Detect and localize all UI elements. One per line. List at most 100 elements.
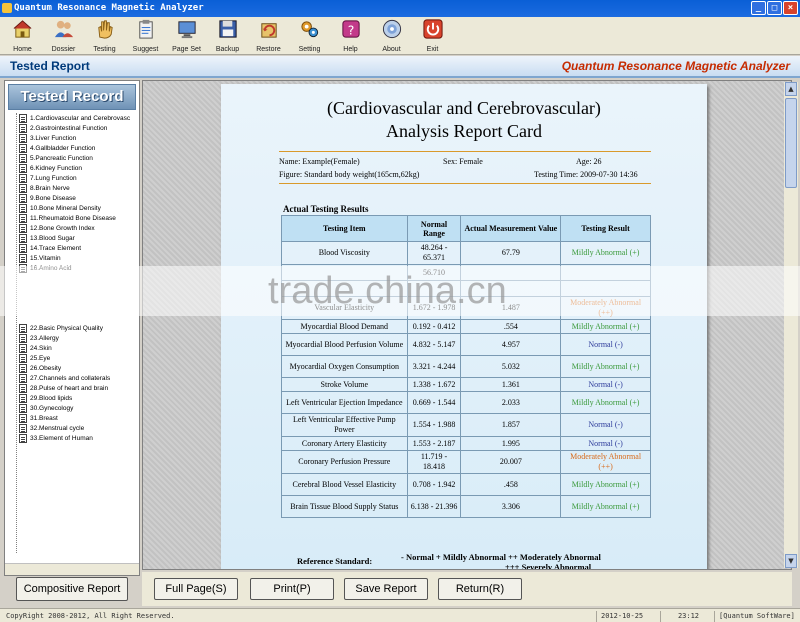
tree-item-label: 6.Kidney Function	[30, 164, 83, 172]
scroll-up-icon[interactable]: ▲	[785, 82, 797, 96]
tree-item[interactable]: 26.Obesity	[19, 363, 61, 373]
tree-item-label: 25.Eye	[30, 354, 51, 362]
tree-item[interactable]: 28.Pulse of heart and brain	[19, 383, 108, 393]
window-title: Quantum Resonance Magnetic Analyzer	[14, 3, 204, 13]
toolbar-exit-button[interactable]: Exit	[412, 17, 453, 55]
vertical-scrollbar[interactable]: ▲ ▼	[784, 82, 798, 568]
toolbar-page-set-button[interactable]: Page Set	[166, 17, 207, 55]
document-icon	[19, 253, 27, 263]
tree-item[interactable]: 4.Gallbladder Function	[19, 143, 95, 153]
tree-item[interactable]: 30.Gynecology	[19, 403, 73, 413]
testing-result: Normal (-)	[560, 377, 651, 392]
print-button[interactable]: Print(P)	[250, 578, 334, 600]
document-icon	[19, 213, 27, 223]
tree-item[interactable]: 33.Element of Human	[19, 433, 93, 443]
tree-item-label: 26.Obesity	[30, 364, 62, 372]
divider	[279, 183, 651, 184]
tree-item[interactable]: 27.Channels and collaterals	[19, 373, 110, 383]
divider	[279, 151, 651, 152]
tree-item[interactable]: 13.Blood Sugar	[19, 233, 75, 243]
toolbar-help-button[interactable]: ? Help	[330, 17, 371, 55]
tree-item[interactable]: 22.Basic Physical Quality	[19, 323, 103, 333]
testing-result: Mildly Abnormal (+)	[560, 391, 651, 414]
tree-item-label: 3.Liver Function	[30, 134, 77, 142]
tree-item[interactable]: 24.Skin	[19, 343, 52, 353]
normal-range: 0.192 - 0.412	[406, 319, 462, 334]
power-icon	[422, 18, 444, 46]
testing-result: Normal (-)	[560, 333, 651, 356]
status-bar: CopyRight 2008-2012, All Right Reserved.…	[0, 608, 800, 622]
normal-range: 0.669 - 1.544	[406, 391, 462, 414]
toolbar-label: Home	[13, 46, 32, 53]
return-button[interactable]: Return(R)	[438, 578, 522, 600]
toolbar-backup-button[interactable]: Backup	[207, 17, 248, 55]
horizontal-scrollbar[interactable]	[5, 563, 139, 575]
tree-item[interactable]: 31.Breast	[19, 413, 58, 423]
toolbar-suggest-button[interactable]: Suggest	[125, 17, 166, 55]
tree-item[interactable]: 25.Eye	[19, 353, 50, 363]
tree-item[interactable]: 14.Trace Element	[19, 243, 81, 253]
tree-item[interactable]: 8.Brain Nerve	[19, 183, 70, 193]
tree-item[interactable]: 23.Allergy	[19, 333, 59, 343]
tree-item-label: 27.Channels and collaterals	[30, 374, 111, 382]
document-icon	[19, 183, 27, 193]
tree-item[interactable]: 15.Vitamin	[19, 253, 61, 263]
toolbar-dossier-button[interactable]: Dossier	[43, 17, 84, 55]
toolbar-label: Restore	[256, 46, 281, 53]
gears-icon	[299, 18, 321, 46]
tree-item[interactable]: 1.Cardiovascular and Cerebrovasc	[19, 113, 130, 123]
full-page-button[interactable]: Full Page(S)	[154, 578, 238, 600]
tree-item[interactable]: 3.Liver Function	[19, 133, 76, 143]
patient-figure: Figure: Standard body weight(165cm,62kg)	[279, 170, 420, 179]
toolbar-label: Page Set	[172, 46, 201, 53]
tree-item[interactable]: 29.Blood lipids	[19, 393, 72, 403]
toolbar-about-button[interactable]: About	[371, 17, 412, 55]
measurement-value: .554	[460, 319, 562, 334]
tree-item[interactable]: 2.Gastrointestinal Function	[19, 123, 107, 133]
watermark-text: trade.china.cn	[268, 270, 507, 312]
measurement-value: 1.857	[460, 413, 562, 437]
tree-item[interactable]: 9.Bone Disease	[19, 193, 76, 203]
status-time: 23:12	[660, 611, 712, 622]
testing-item: Brain Tissue Blood Supply Status	[281, 495, 408, 518]
report-title-line2: Analysis Report Card	[386, 121, 542, 141]
tree-item-label: 14.Trace Element	[30, 244, 82, 252]
tree-item[interactable]: 6.Kidney Function	[19, 163, 82, 173]
record-tree[interactable]: 1.Cardiovascular and Cerebrovasc 2.Gastro…	[13, 113, 139, 559]
tree-item[interactable]: 7.Lung Function	[19, 173, 77, 183]
document-icon	[19, 363, 27, 373]
toolbar-label: Exit	[426, 46, 439, 53]
save-report-button[interactable]: Save Report	[344, 578, 428, 600]
toolbar-label: Dossier	[51, 46, 76, 53]
title-bar: Quantum Resonance Magnetic Analyzer _ □ …	[0, 0, 800, 17]
page-title: Tested Report	[10, 59, 90, 73]
tree-item[interactable]: 5.Pancreatic Function	[19, 153, 93, 163]
toolbar-restore-button[interactable]: Restore	[248, 17, 289, 55]
tree-item[interactable]: 32.Menstrual cycle	[19, 423, 84, 433]
scroll-down-icon[interactable]: ▼	[785, 554, 797, 568]
measurement-value: 20.007	[460, 450, 562, 474]
tree-item-label: 8.Brain Nerve	[30, 184, 70, 192]
toolbar-testing-button[interactable]: Testing	[84, 17, 125, 55]
maximize-button[interactable]: □	[767, 1, 782, 15]
compositive-report-button[interactable]: Compositive Report	[16, 577, 128, 601]
tree-item[interactable]: 11.Rheumatoid Bone Disease	[19, 213, 116, 223]
toolbar-home-button[interactable]: Home	[2, 17, 43, 55]
status-product: [Quantum SoftWare]	[714, 611, 795, 622]
toolbar-setting-button[interactable]: Setting	[289, 17, 330, 55]
scroll-thumb[interactable]	[785, 98, 797, 188]
testing-item: Coronary Artery Elasticity	[281, 436, 408, 451]
tree-item[interactable]: 10.Bone Mineral Density	[19, 203, 101, 213]
window-controls: _ □ ×	[751, 1, 798, 15]
close-button[interactable]: ×	[783, 1, 798, 15]
tree-item-label: 9.Bone Disease	[30, 194, 76, 202]
main-toolbar: Home Dossier Testing Suggest Page Set Backup R…	[0, 17, 800, 55]
home-icon	[12, 18, 34, 46]
col-header: Testing Item	[281, 215, 408, 242]
tree-item-label: 24.Skin	[30, 344, 52, 352]
tree-item[interactable]: 12.Bone Growth Index	[19, 223, 95, 233]
restore-icon	[258, 18, 280, 46]
toolbar-label: Testing	[93, 46, 116, 53]
toolbar-label: Backup	[215, 46, 240, 53]
minimize-button[interactable]: _	[751, 1, 766, 15]
